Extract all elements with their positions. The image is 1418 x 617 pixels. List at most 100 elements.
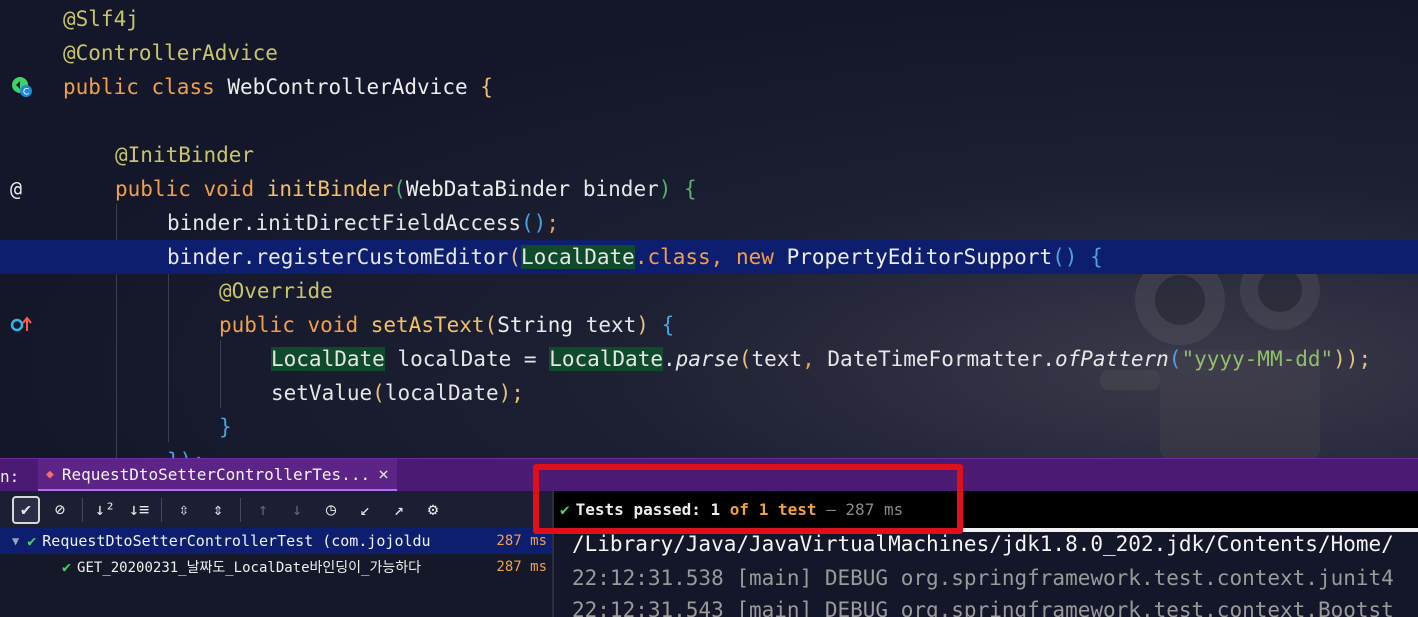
svg-text:C: C	[23, 88, 29, 98]
keyword: void	[203, 177, 255, 201]
class-name: PropertyEditorSupport	[786, 245, 1053, 269]
brace: });	[167, 449, 205, 458]
test-duration: 287 ms	[496, 559, 547, 575]
type-name: LocalDate	[549, 347, 663, 371]
history-icon[interactable]: ◷	[317, 496, 345, 524]
test-method-row[interactable]: ✔ GET_20200231_날짜도_LocalDate바인딩이_가능하다 28…	[0, 554, 552, 580]
type-name: LocalDate	[521, 245, 635, 269]
test-results-tree: ▼ ✔ RequestDtoSetterControllerTest (com.…	[0, 528, 552, 617]
method-name: initBinder	[266, 177, 394, 201]
paren: (	[1168, 347, 1182, 371]
paren: );	[498, 381, 524, 405]
test-class-row[interactable]: ▼ ✔ RequestDtoSetterControllerTest (com.…	[0, 528, 552, 554]
annotation: @Slf4j	[63, 7, 139, 31]
dot: .	[662, 347, 676, 371]
code-line-11: LocalDate localDate = LocalDate.parse ( te…	[0, 342, 1418, 376]
call: binder.registerCustomEditor	[167, 245, 509, 269]
run-label: n:	[0, 467, 20, 486]
code-line-14: });	[0, 444, 1418, 458]
code-line-12: setValue(localDate);	[0, 376, 1418, 410]
code-line-3: C public class WebControllerAdvice {	[0, 70, 1418, 104]
paren: ));	[1333, 347, 1372, 371]
status-total: 1 test	[758, 500, 817, 519]
param: binder	[582, 177, 659, 201]
settings-icon[interactable]: ⚙	[419, 496, 447, 524]
expand-arrow-icon[interactable]: ▼	[12, 534, 19, 548]
code-line-2: @ControllerAdvice	[0, 36, 1418, 70]
keyword: public	[63, 75, 139, 99]
keyword: void	[307, 313, 359, 337]
test-status-bar: ✔ Tests passed: 1 of 1 test – 287 ms	[554, 491, 1418, 528]
code-line-7: binder.initDirectFieldAccess();	[0, 206, 1418, 240]
brace: {	[480, 75, 493, 99]
expand-all-icon[interactable]: ⇳	[170, 496, 198, 524]
param: text	[751, 347, 803, 371]
paren: (	[372, 381, 385, 405]
sort-alpha-icon[interactable]: ↓²	[91, 496, 119, 524]
import-tests-icon[interactable]: ↙	[351, 496, 379, 524]
type-name: LocalDate	[271, 347, 385, 371]
run-tab-bar: n: ◆ RequestDtoSetterControllerTes... ×	[0, 458, 1418, 492]
status-count: 1	[710, 500, 721, 519]
paren: ()	[521, 211, 547, 235]
test-method-label: GET_20200231_날짜도_LocalDate바인딩이_가능하다	[77, 560, 421, 576]
annotation: @InitBinder	[115, 143, 255, 167]
param: text	[585, 313, 637, 337]
call: binder.initDirectFieldAccess	[167, 211, 522, 235]
console-line: 22:12:31.543 [main] DEBUG org.springfram…	[572, 598, 1394, 617]
method-call: ofPattern	[1054, 347, 1169, 371]
brace: }	[219, 415, 232, 439]
test-runner-toolbar: ✔ ⊘ ↓² ↓≡ ⇳ ⇕ ↑ ↓ ◷ ↙ ↗ ⚙	[0, 491, 552, 528]
annotation: @ControllerAdvice	[63, 41, 278, 65]
run-tab[interactable]: ◆ RequestDtoSetterControllerTes... ×	[38, 459, 397, 492]
brace: {	[1090, 245, 1103, 269]
status-dash: –	[826, 500, 836, 519]
keyword: public	[115, 177, 191, 201]
paren: (	[508, 245, 522, 269]
collapse-all-icon[interactable]: ⇕	[204, 496, 232, 524]
test-duration: 287 ms	[496, 533, 547, 549]
toolbar-separator	[82, 497, 83, 522]
comma: ,	[802, 347, 815, 371]
prev-failed-icon[interactable]: ↑	[249, 496, 277, 524]
passed-check-icon: ✔	[560, 500, 570, 519]
paren: (	[484, 313, 498, 337]
code-line-13: }	[0, 410, 1418, 444]
annotation: @Override	[219, 279, 333, 303]
variable: localDate =	[397, 347, 537, 371]
keyword: .class,	[634, 245, 724, 269]
semicolon: ;	[546, 211, 559, 235]
brace: {	[661, 313, 675, 337]
code-line-6: @ public void initBinder(WebDataBinder b…	[0, 172, 1418, 206]
type-name: String	[497, 313, 574, 337]
paren: )	[658, 177, 672, 201]
junit-diamond-icon: ◆	[46, 466, 54, 482]
next-failed-icon[interactable]: ↓	[283, 496, 311, 524]
code-editor[interactable]: @Slf4j @ControllerAdvice C public class …	[0, 0, 1418, 458]
code-line-1: @Slf4j	[0, 2, 1418, 36]
paren: )	[636, 313, 649, 337]
brace: {	[684, 177, 697, 201]
show-ignored-icon[interactable]: ⊘	[46, 496, 74, 524]
toolbar-separator	[161, 497, 162, 522]
keyword: new	[736, 245, 774, 269]
method-call: parse	[675, 347, 739, 371]
at-sign-icon[interactable]: @	[10, 172, 40, 206]
close-icon[interactable]: ×	[378, 464, 389, 485]
test-class-label: RequestDtoSetterControllerTest (com.jojo…	[42, 532, 431, 550]
sort-duration-icon[interactable]: ↓≡	[125, 496, 153, 524]
code-line-8-current: binder.registerCustomEditor(LocalDate.cl…	[0, 240, 1418, 274]
code-line-9: @Override	[0, 274, 1418, 308]
code-line-10: public void setAsText(String text) {	[0, 308, 1418, 342]
keyword: class	[151, 75, 215, 99]
class-ref: DateTimeFormatter.	[827, 347, 1055, 371]
paren: (	[393, 177, 406, 201]
console-output[interactable]: /Library/Java/JavaVirtualMachines/jdk1.8…	[554, 528, 1418, 617]
export-tests-icon[interactable]: ↗	[385, 496, 413, 524]
status-time: 287 ms	[845, 500, 904, 519]
show-passed-icon[interactable]: ✔	[12, 495, 40, 524]
controller-bean-icon[interactable]: C	[10, 70, 40, 104]
override-method-icon[interactable]	[10, 308, 40, 342]
passed-check-icon: ✔	[62, 558, 72, 576]
class-name: WebControllerAdvice	[227, 75, 468, 99]
